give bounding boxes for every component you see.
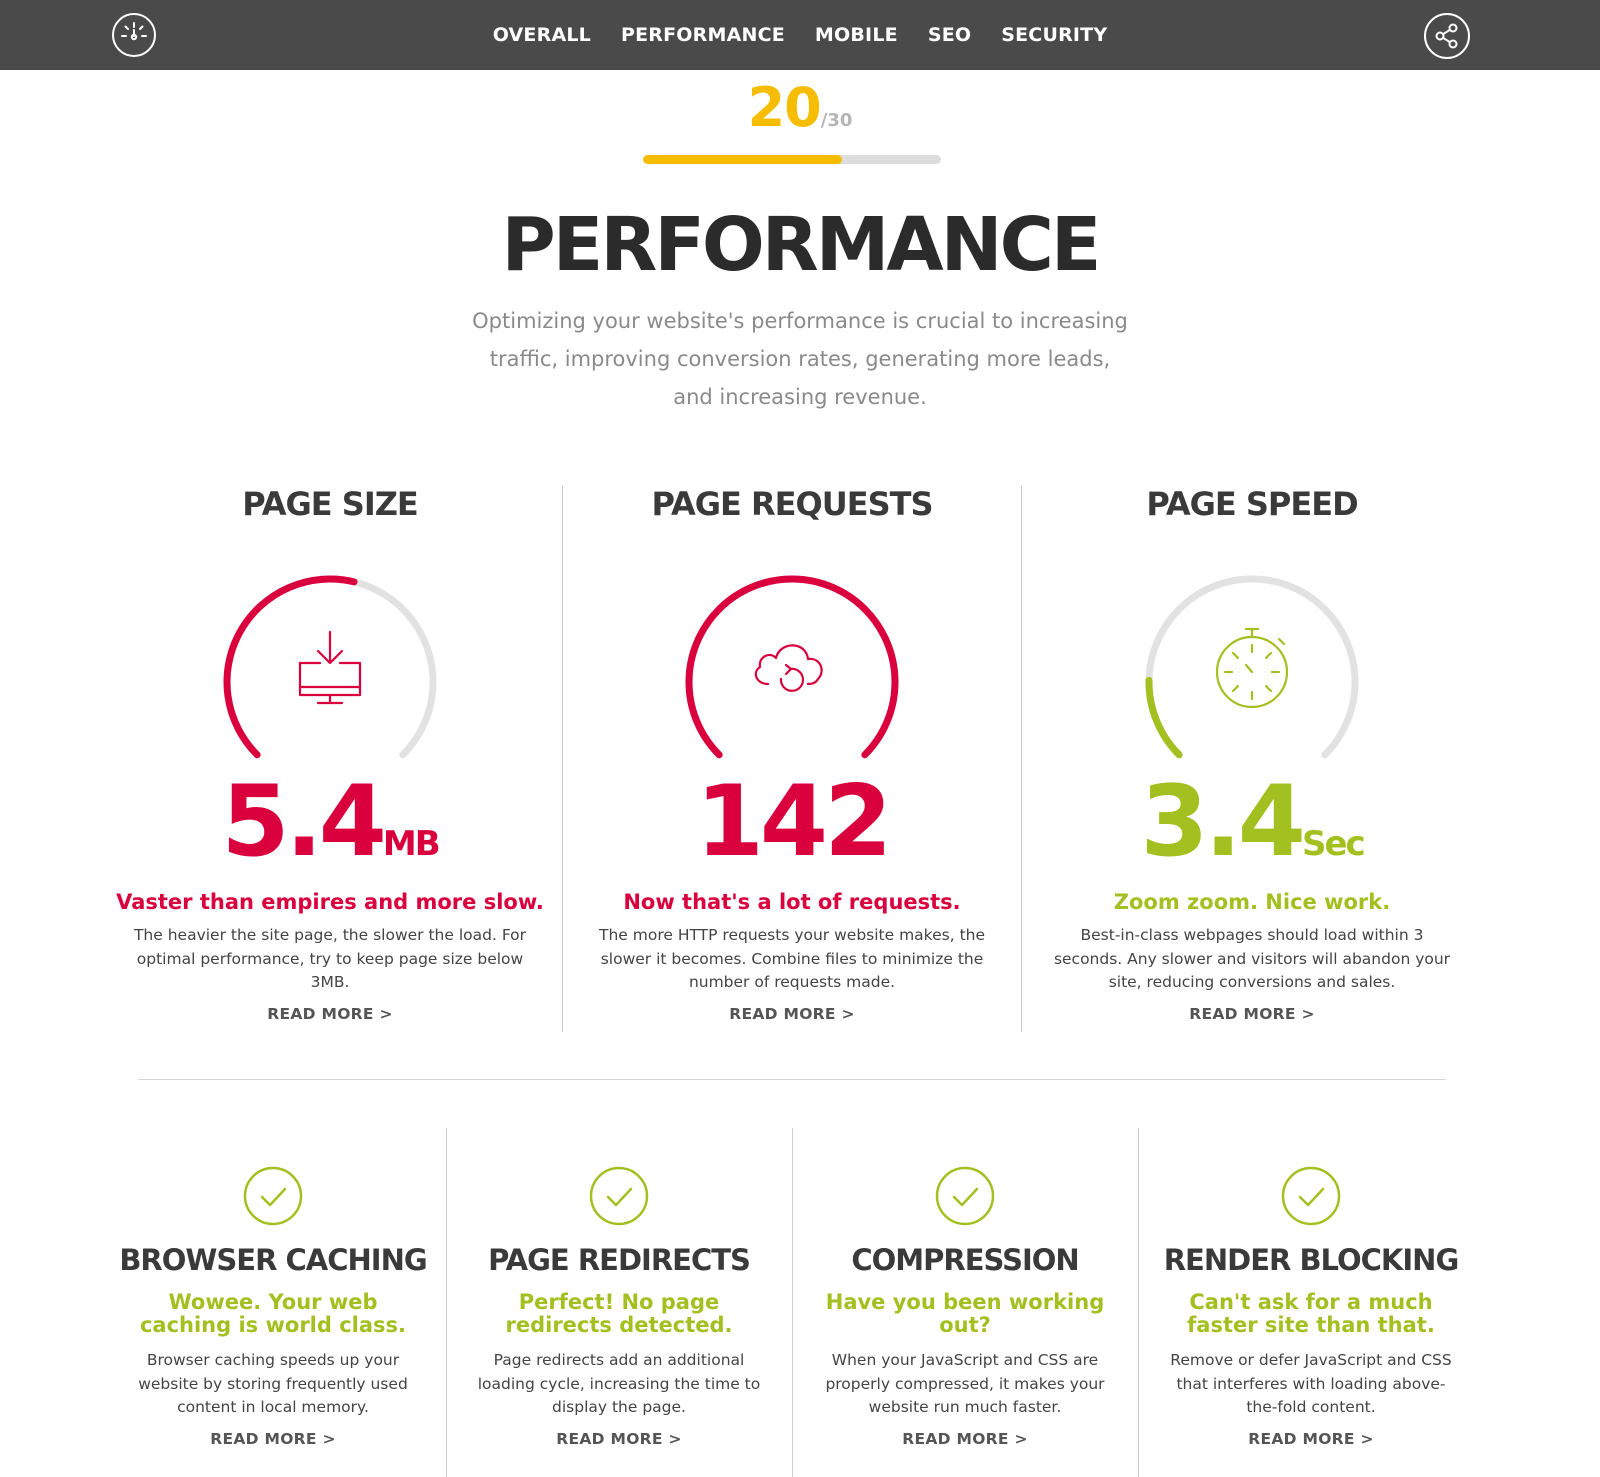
metric-unit: Sec <box>1301 824 1366 864</box>
metric-title: PAGE SPEED <box>1146 485 1358 523</box>
metric-value-line: 3.4Sec <box>1022 773 1482 871</box>
metric-page-size: PAGE SIZE 5.4MB Vaster than empires and … <box>100 485 560 1023</box>
metric-value-line: 5.4MB <box>100 773 560 871</box>
check-title: COMPRESSION <box>851 1243 1079 1277</box>
metric-description: Best-in-class webpages should load withi… <box>1053 926 1451 991</box>
nav-item-security[interactable]: SECURITY <box>1001 24 1107 46</box>
check-tagline: Have you been working out? <box>825 1290 1105 1337</box>
share-button[interactable] <box>1424 13 1470 59</box>
check-description: When your JavaScript and CSS are properl… <box>825 1351 1105 1416</box>
check-tagline: Perfect! No page redirects detected. <box>505 1290 733 1337</box>
metric-page-requests: PAGE REQUESTS 142 Now that's a lot of re… <box>562 485 1022 1023</box>
gauge-fill <box>1145 676 1183 759</box>
score-value: 20 <box>747 76 822 139</box>
check-page-redirects: PAGE REDIRECTS Perfect! No page redirect… <box>446 1165 792 1448</box>
page-size-gauge <box>223 575 437 759</box>
read-more-link[interactable]: READ MORE > <box>210 1430 336 1448</box>
gauge-fill <box>223 575 358 759</box>
top-nav-bar: OVERALL PERFORMANCE MOBILE SEO SECURITY <box>0 0 1600 70</box>
metric-description: The heavier the site page, the slower th… <box>133 926 527 991</box>
check-description: Page redirects add an additional loading… <box>477 1351 761 1416</box>
check-title: PAGE REDIRECTS <box>488 1243 751 1277</box>
gauge-track <box>1145 575 1359 759</box>
check-circle-icon <box>935 1166 995 1226</box>
check-render-blocking: RENDER BLOCKING Can't ask for a much fas… <box>1138 1165 1484 1448</box>
check-compression: COMPRESSION Have you been working out? W… <box>792 1165 1138 1448</box>
check-description: Browser caching speeds up your website b… <box>138 1351 408 1416</box>
check-circle-icon <box>589 1166 649 1226</box>
metric-tagline: Vaster than empires and more slow. <box>116 890 544 914</box>
metric-tagline: Zoom zoom. Nice work. <box>1113 890 1391 914</box>
main-nav: OVERALL PERFORMANCE MOBILE SEO SECURITY <box>0 0 1600 70</box>
nav-item-mobile[interactable]: MOBILE <box>815 24 898 46</box>
check-circle-icon <box>1281 1166 1341 1226</box>
cloud-refresh-icon <box>754 644 823 692</box>
read-more-link[interactable]: READ MORE > <box>902 1430 1028 1448</box>
metric-value: 5.4 <box>221 765 387 879</box>
read-more-link[interactable]: READ MORE > <box>1189 1005 1315 1023</box>
read-more-link[interactable]: READ MORE > <box>267 1005 393 1023</box>
page-title: PERFORMANCE <box>501 202 1102 288</box>
page-speed-gauge <box>1145 575 1359 759</box>
check-title: BROWSER CACHING <box>119 1243 427 1277</box>
metric-description: The more HTTP requests your website make… <box>598 926 986 991</box>
nav-item-seo[interactable]: SEO <box>928 24 971 46</box>
check-description: Remove or defer JavaScript and CSS that … <box>1170 1351 1452 1416</box>
score-progress-bar <box>643 155 941 164</box>
download-monitor-icon <box>298 630 362 705</box>
check-tagline: Can't ask for a much faster site than th… <box>1187 1290 1435 1337</box>
metric-page-speed: PAGE SPEED 3.4Sec Zoom zoom. Nice work. … <box>1022 485 1482 1023</box>
read-more-link[interactable]: READ MORE > <box>1248 1430 1374 1448</box>
stopwatch-icon <box>1215 627 1289 709</box>
gauge-fill <box>685 575 899 759</box>
score-max: /30 <box>820 110 853 131</box>
nav-item-overall[interactable]: OVERALL <box>493 24 591 46</box>
metric-tagline: Now that's a lot of requests. <box>623 890 961 914</box>
share-icon <box>1435 23 1458 49</box>
page-requests-gauge <box>685 575 899 759</box>
read-more-link[interactable]: READ MORE > <box>729 1005 855 1023</box>
metric-value: 3.4 <box>1140 765 1306 879</box>
logo-button[interactable] <box>112 13 156 57</box>
metric-unit: MB <box>382 824 441 864</box>
metric-title: PAGE SIZE <box>242 485 419 523</box>
nav-item-performance[interactable]: PERFORMANCE <box>621 24 785 46</box>
score-progress-fill <box>643 155 842 164</box>
category-score: 20/30 <box>0 76 1600 139</box>
check-browser-caching: BROWSER CACHING Wowee. Your web caching … <box>100 1165 446 1448</box>
check-tagline: Wowee. Your web caching is world class. <box>139 1290 407 1337</box>
section-divider <box>138 1079 1446 1080</box>
check-title: RENDER BLOCKING <box>1163 1243 1460 1277</box>
metric-value: 142 <box>695 765 893 879</box>
check-circle-icon <box>243 1166 303 1226</box>
metric-value-line: 142 <box>562 773 1022 871</box>
metric-title: PAGE REQUESTS <box>651 485 933 523</box>
read-more-link[interactable]: READ MORE > <box>556 1430 682 1448</box>
page-intro: Optimizing your website's performance is… <box>472 309 1128 409</box>
speedometer-icon <box>121 22 147 41</box>
